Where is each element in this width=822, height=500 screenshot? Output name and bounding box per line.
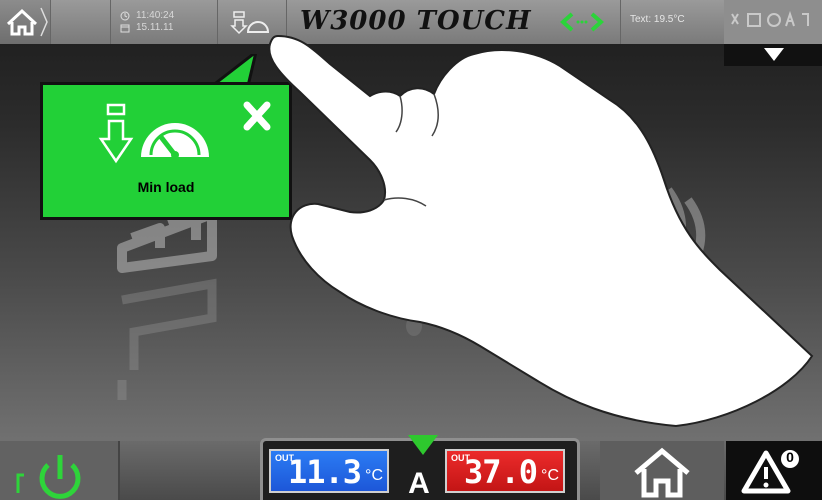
- power-icon: [16, 455, 81, 499]
- temp-value-right: 37.0: [463, 453, 538, 491]
- power-button[interactable]: [0, 441, 120, 500]
- home-button-bottom[interactable]: [600, 441, 724, 500]
- screen: 11:40:24 15.11.11 W3000 TOUCH Text: 19.5…: [0, 0, 822, 500]
- alarm-count: 0: [786, 449, 794, 465]
- mode-letter[interactable]: A: [399, 467, 439, 500]
- mode-indicator-triangle: [408, 435, 438, 455]
- temp-unit-right: °C: [541, 467, 559, 484]
- home-icon: [634, 447, 690, 498]
- temp-value-left: 11.3: [287, 453, 362, 491]
- warning-icon: [741, 450, 799, 494]
- alarm-button[interactable]: 0: [726, 441, 822, 500]
- temperature-display: OUT 11.3 °C A OUT 37.0 °C: [260, 435, 580, 500]
- outlet-temp-right[interactable]: OUT 37.0 °C: [445, 449, 565, 493]
- hand-pointer-illustration: [268, 34, 814, 428]
- temp-unit-left: °C: [365, 467, 383, 484]
- outlet-temp-left[interactable]: OUT 11.3 °C: [269, 449, 389, 493]
